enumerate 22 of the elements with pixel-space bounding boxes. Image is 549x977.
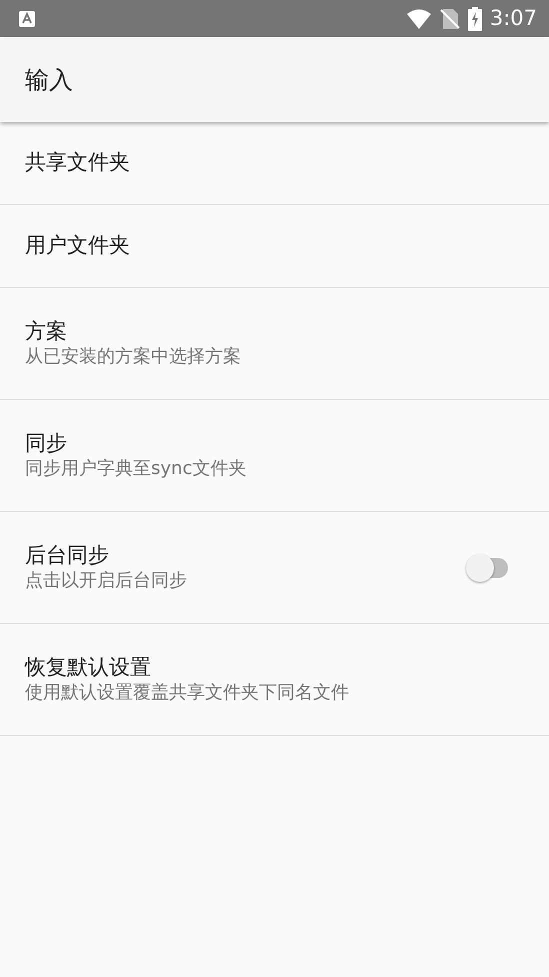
settings-item[interactable]: 共享文件夹: [0, 122, 549, 205]
settings-item[interactable]: 用户文件夹: [0, 205, 549, 288]
settings-item[interactable]: 后台同步 点击以开启后台同步: [0, 512, 549, 624]
no-sim-icon: [440, 8, 460, 30]
item-title: 方案: [25, 318, 68, 346]
settings-item[interactable]: 方案 从已安装的方案中选择方案: [0, 288, 549, 400]
keyboard-app-icon: [18, 10, 36, 28]
settings-item[interactable]: 同步 同步用户字典至sync文件夹: [0, 400, 549, 512]
item-summary: 点击以开启后台同步: [25, 569, 187, 593]
wifi-icon: [406, 8, 432, 28]
toolbar-title: 输入: [25, 64, 73, 96]
settings-item[interactable]: 恢复默认设置 使用默认设置覆盖共享文件夹下同名文件: [0, 624, 549, 736]
item-summary: 从已安装的方案中选择方案: [25, 345, 241, 369]
item-summary: 使用默认设置覆盖共享文件夹下同名文件: [25, 681, 349, 705]
item-title: 后台同步: [25, 542, 110, 570]
item-summary: 同步用户字典至sync文件夹: [25, 457, 246, 481]
item-title: 用户文件夹: [25, 232, 130, 260]
status-time: 3:07: [490, 4, 537, 32]
item-title: 恢复默认设置: [25, 654, 152, 682]
battery-charging-icon: [468, 6, 482, 30]
item-title: 共享文件夹: [25, 149, 130, 176]
item-title: 同步: [25, 430, 68, 458]
